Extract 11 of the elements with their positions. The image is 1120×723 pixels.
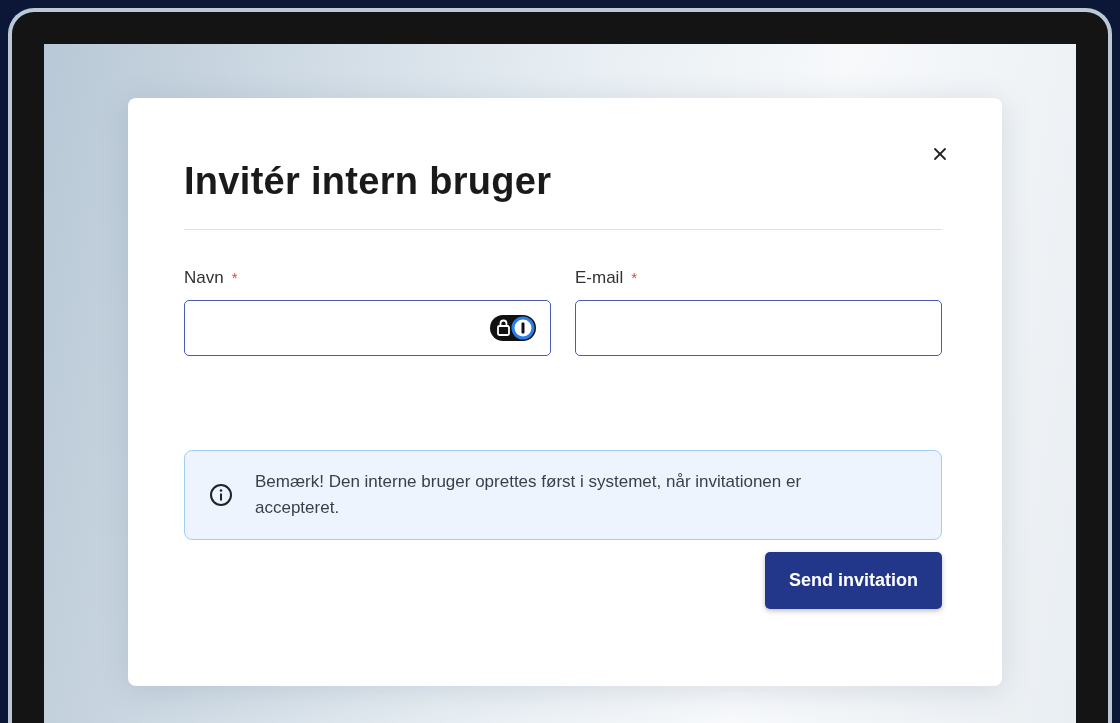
send-invitation-button[interactable]: Send invitation (765, 552, 942, 609)
dialog-title: Invitér intern bruger (184, 160, 553, 203)
required-mark: * (631, 269, 637, 286)
input-field[interactable] (575, 300, 942, 356)
input-field[interactable] (184, 300, 551, 356)
info-icon (209, 483, 233, 507)
required-mark: * (231, 269, 238, 286)
notice-text: Bemærk! Den interne bruger oprettes først i systemet, når invitationen er accepteret. (255, 471, 803, 519)
password-manager-icon[interactable] (490, 315, 536, 341)
field-label: E-mail (575, 268, 624, 288)
field-label: Navn (184, 268, 224, 288)
